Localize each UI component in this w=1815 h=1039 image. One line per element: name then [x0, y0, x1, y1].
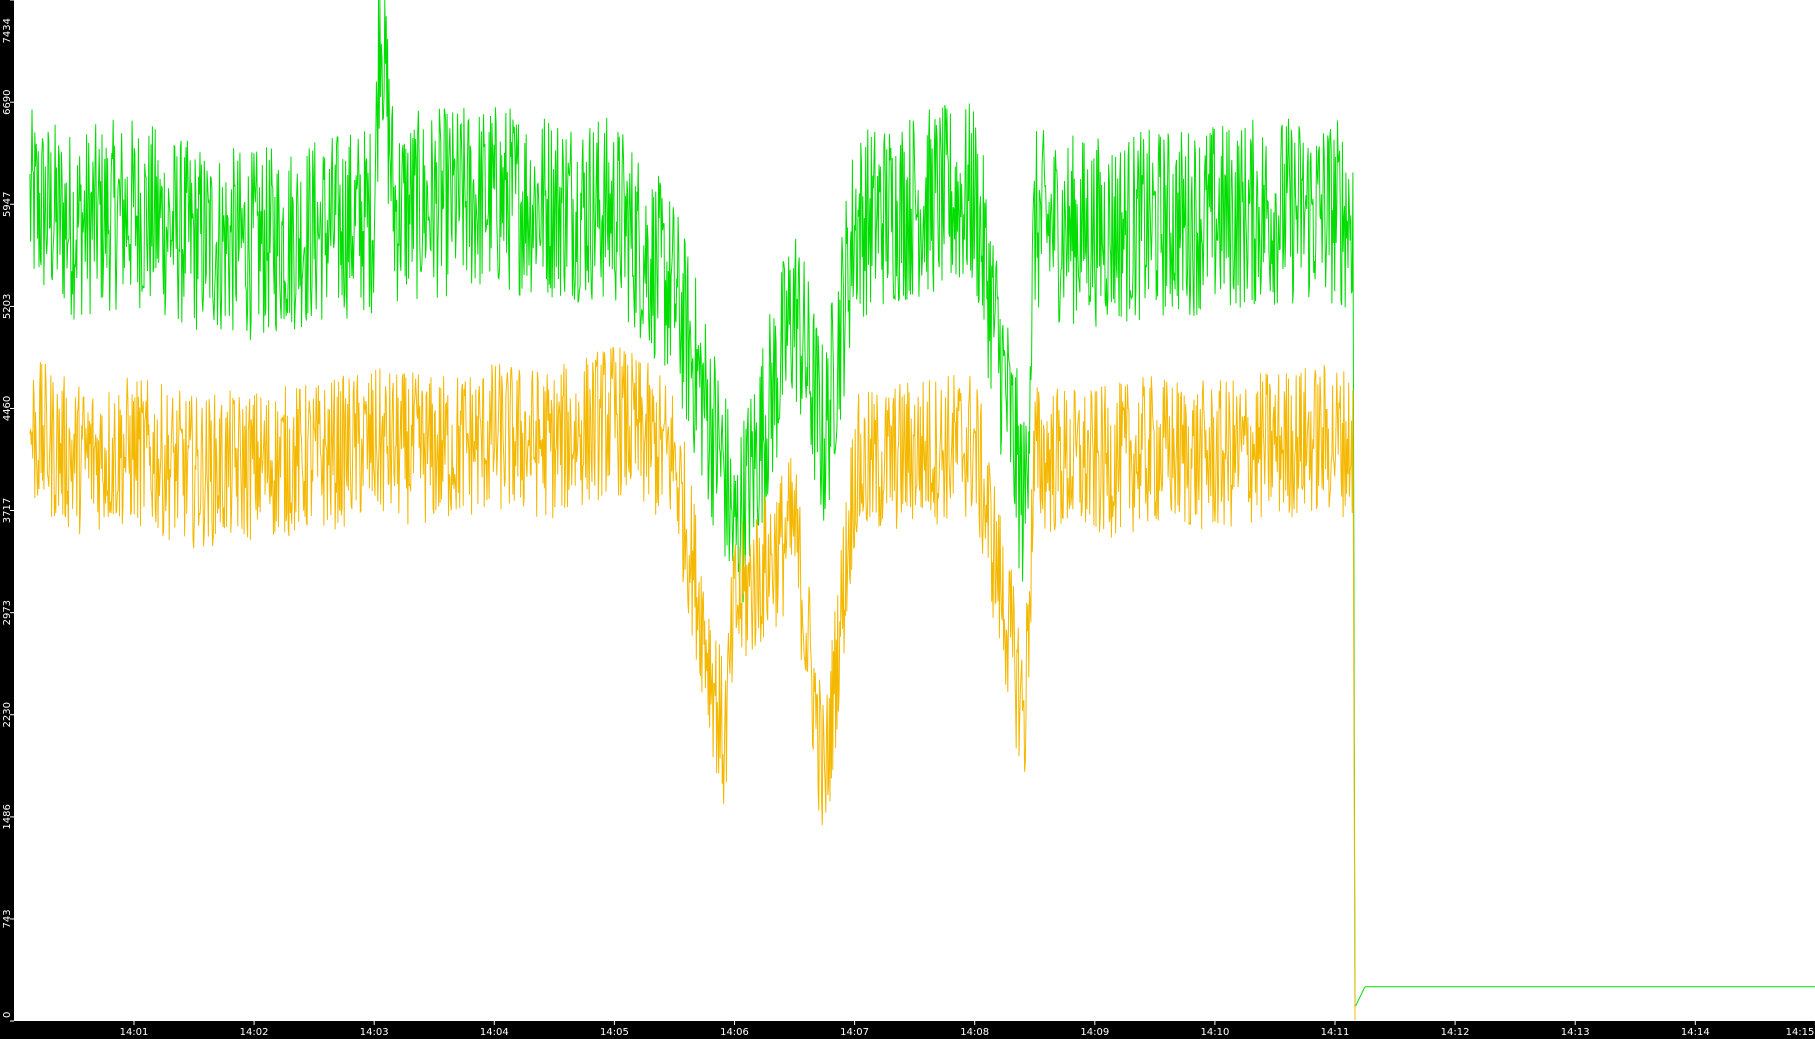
chart: 0 743 1486 2230 2973 3717 4460 5203 5947 6690 7434… [0, 0, 1815, 1039]
x-tick-label: 14:02 [240, 1027, 269, 1038]
y-tick-label: 3717 [2, 498, 13, 523]
x-tick-label: 14:10 [1200, 1027, 1229, 1038]
y-tick-label: 5203 [2, 294, 13, 319]
x-tick-label: 14:06 [720, 1027, 749, 1038]
x-ticks: 14:01 14:02 14:03 14:04 14:05 14:06 14:07 14:08… [120, 1021, 1815, 1038]
y-tick-label: 7434 [2, 18, 13, 43]
y-tick-label: 0 [2, 1012, 13, 1018]
x-tick-label: 14:11 [1321, 1027, 1350, 1038]
x-tick-label: 14:03 [360, 1027, 389, 1038]
x-tick-label: 14:01 [120, 1027, 149, 1038]
y-tick-label: 2230 [2, 702, 13, 727]
y-tick-label: 4460 [2, 396, 13, 421]
x-tick-label: 14:15 [1786, 1027, 1815, 1038]
x-tick-label: 14:04 [480, 1027, 509, 1038]
x-tick-label: 14:05 [600, 1027, 629, 1038]
x-tick-label: 14:14 [1681, 1027, 1710, 1038]
x-tick-label: 14:07 [840, 1027, 869, 1038]
x-tick-label: 14:12 [1441, 1027, 1470, 1038]
y-ticks: 0 743 1486 2230 2973 3717 4460 5203 5947 6690 7434 [2, 0, 14, 1022]
series-layer [29, 0, 1815, 1021]
y-tick-label: 2973 [2, 600, 13, 625]
y-tick-label: 6690 [2, 89, 13, 114]
y-tick-label: 743 [2, 909, 13, 928]
x-tick-label: 14:08 [960, 1027, 989, 1038]
x-tick-label: 14:13 [1561, 1027, 1590, 1038]
plot-svg: 0 743 1486 2230 2973 3717 4460 5203 5947 6690 7434… [2, 0, 1815, 1038]
y-tick-label: 5947 [2, 192, 13, 217]
x-tick-label: 14:09 [1080, 1027, 1109, 1038]
y-tick-label: 1486 [2, 804, 13, 829]
series-line-2 [29, 346, 1356, 1021]
